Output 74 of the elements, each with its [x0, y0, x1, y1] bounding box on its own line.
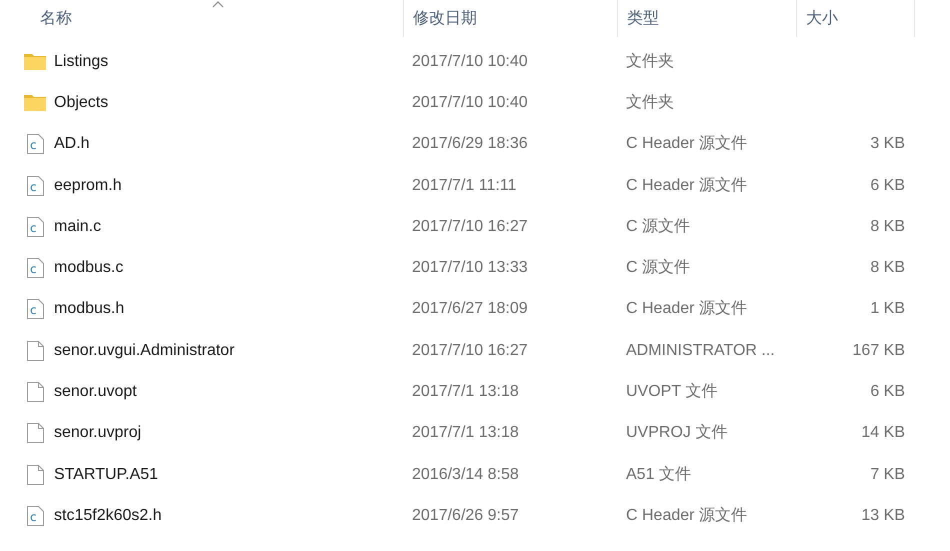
file-icon: [26, 423, 44, 444]
file-icon: [26, 340, 44, 361]
file-row[interactable]: Listings 2017/7/10 10:40 文件夹: [0, 41, 950, 82]
file-size: 6 KB: [870, 176, 905, 196]
modified-date: 2016/3/14 8:58: [412, 466, 519, 483]
modified-date: 2017/7/10 16:27: [412, 342, 528, 359]
modified-date: 2017/7/10 10:40: [412, 94, 528, 111]
file-type: 文件夹: [626, 94, 674, 111]
file-row[interactable]: c AD.h 2017/6/29 18:36 C Header 源文件 3 KB: [0, 124, 950, 165]
modified-date: 2017/7/10 13:33: [412, 259, 528, 276]
column-header[interactable]: 类型: [617, 0, 796, 37]
file-row[interactable]: c modbus.h 2017/6/27 18:09 C Header 源文件 1 KB: [0, 288, 950, 330]
c-file-icon: c: [26, 176, 44, 196]
modified-date: 2017/6/29 18:36: [412, 135, 528, 152]
file-icon: [26, 464, 44, 485]
file-name: stc15f2k60s2.h: [54, 506, 162, 526]
file-name: Objects: [54, 92, 108, 113]
c-file-icon: c: [26, 216, 44, 237]
file-type: C Header 源文件: [626, 135, 747, 152]
file-type: UVPROJ 文件: [626, 424, 728, 442]
file-name: AD.h: [54, 134, 90, 154]
c-file-icon: c: [26, 258, 44, 278]
folder-icon: [24, 94, 46, 112]
file-type: C Header 源文件: [626, 506, 747, 524]
file-size: 8 KB: [870, 258, 905, 278]
file-row[interactable]: c modbus.c 2017/7/10 13:33 C 源文件 8 KB: [0, 247, 950, 289]
file-row[interactable]: c main.c 2017/7/10 16:27 C 源文件 8 KB: [0, 206, 950, 248]
file-size: 8 KB: [870, 216, 905, 237]
file-row[interactable]: c stc15f2k60s2.h 2017/6/26 9:57 C Header 源文件 13 KB: [0, 495, 950, 537]
file-type: ADMINISTRATOR ...: [626, 342, 775, 359]
file-icon: [26, 382, 44, 402]
file-type: 文件夹: [626, 52, 674, 70]
file-name: senor.uvproj: [54, 423, 142, 444]
file-row[interactable]: Objects 2017/7/10 10:40 文件夹: [0, 82, 950, 124]
file-type: C Header 源文件: [626, 300, 747, 318]
c-file-icon: c: [26, 134, 44, 154]
file-size: 14 KB: [861, 423, 905, 444]
c-file-icon: c: [26, 506, 44, 526]
modified-date: 2017/7/1 11:11: [412, 176, 516, 194]
file-row[interactable]: c eeprom.h 2017/7/1 11:11 C Header 源文件 6 KB: [0, 164, 950, 206]
file-name: senor.uvopt: [54, 382, 137, 402]
modified-date: 2017/7/10 10:40: [412, 52, 528, 70]
folder-icon: [24, 53, 46, 70]
file-size: 7 KB: [870, 464, 905, 485]
file-row[interactable]: senor.uvproj 2017/7/1 13:18 UVPROJ 文件 14 KB: [0, 412, 950, 454]
file-name: STARTUP.A51: [54, 464, 158, 485]
file-name: eeprom.h: [54, 176, 122, 196]
file-size: 1 KB: [870, 299, 905, 320]
file-type: C 源文件: [626, 259, 690, 276]
file-type: C 源文件: [626, 218, 690, 235]
modified-date: 2017/7/10 16:27: [412, 218, 528, 235]
file-name: senor.uvgui.Administrator: [54, 340, 235, 361]
file-size: 167 KB: [852, 340, 905, 361]
modified-date: 2017/6/27 18:09: [412, 300, 528, 318]
modified-date: 2017/7/1 13:18: [412, 383, 519, 400]
file-name: main.c: [54, 216, 102, 237]
file-size: 6 KB: [870, 382, 905, 402]
file-name: modbus.c: [54, 258, 124, 278]
file-row[interactable]: senor.uvgui.Administrator 2017/7/10 16:27 ADMINISTRATOR ... 167 KB: [0, 330, 950, 372]
modified-date: 2017/7/1 13:18: [412, 424, 519, 442]
file-type: UVOPT 文件: [626, 383, 718, 400]
file-name: modbus.h: [54, 299, 124, 320]
column-header[interactable]: 名称: [0, 0, 403, 37]
c-file-icon: c: [26, 299, 44, 320]
modified-date: 2017/6/26 9:57: [412, 506, 519, 524]
file-row[interactable]: senor.uvopt 2017/7/1 13:18 UVOPT 文件 6 KB: [0, 371, 950, 413]
file-size: 13 KB: [861, 506, 905, 526]
column-header[interactable]: 大小: [796, 0, 915, 37]
file-size: 3 KB: [870, 134, 905, 154]
column-header[interactable]: 修改日期: [403, 0, 617, 37]
file-row[interactable]: STARTUP.A51 2016/3/14 8:58 A51 文件 7 KB: [0, 454, 950, 496]
file-name: Listings: [54, 52, 108, 72]
file-type: A51 文件: [626, 466, 691, 483]
file-type: C Header 源文件: [626, 176, 747, 194]
